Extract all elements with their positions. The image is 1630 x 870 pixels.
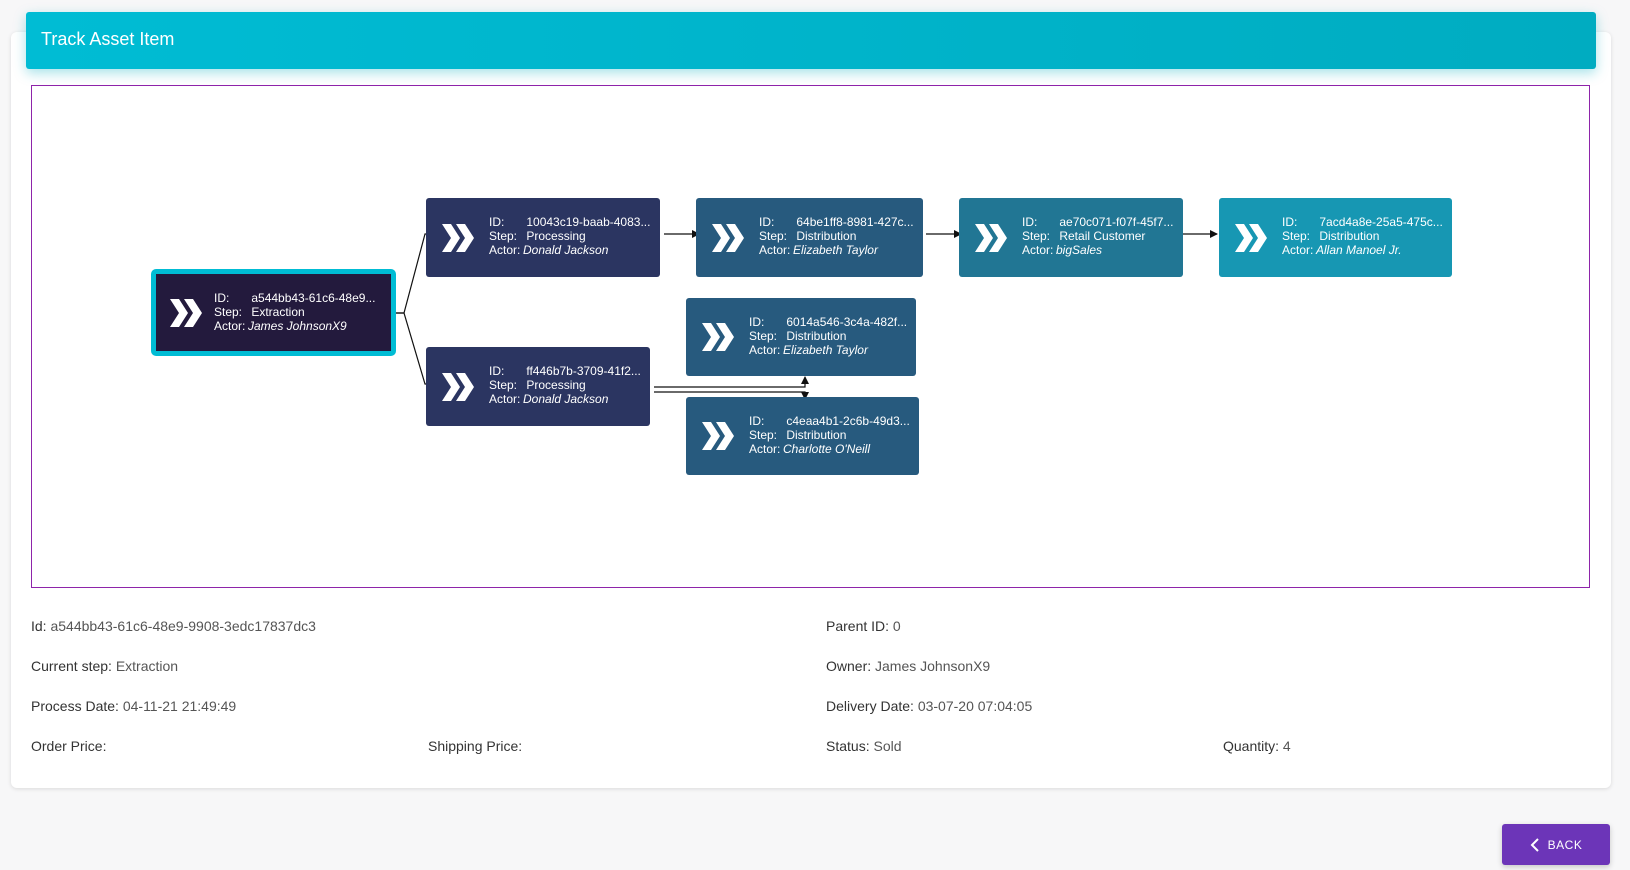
node-actor-label: Actor: [489, 243, 521, 257]
node-step: Extraction [251, 305, 305, 319]
detail-shipping-price-label: Shipping Price: [428, 738, 523, 754]
double-chevron-icon [702, 422, 734, 450]
node-actor: James JohnsonX9 [248, 319, 347, 333]
node-id-label: ID: [1022, 215, 1038, 229]
detail-process-date-label: Process Date: [31, 698, 119, 714]
node-id-label: ID: [489, 215, 505, 229]
node-step-label: Step: [489, 229, 518, 243]
node-id: 10043c19-baab-4083... [526, 215, 651, 229]
detail-id-label: Id: [31, 618, 47, 634]
double-chevron-icon [442, 223, 474, 252]
detail-order-price: Order Price: [31, 738, 106, 754]
back-button-label: BACK [1547, 837, 1583, 852]
detail-process-date: Process Date: 04-11-21 21:49:49 [31, 698, 236, 714]
card-header: Track Asset Item [26, 12, 1596, 69]
node-step: Processing [526, 378, 586, 392]
graph-node-processing-bottom[interactable]: ID: ff446b7b-3709-41f2... Step: Processi… [426, 347, 650, 426]
node-step: Distribution [786, 428, 847, 442]
detail-status-value: Sold [873, 738, 902, 754]
node-id: ff446b7b-3709-41f2... [526, 364, 641, 378]
node-id: c4eaa4b1-2c6b-49d3... [786, 414, 910, 428]
graph-node-distribution-bottom[interactable]: ID: c4eaa4b1-2c6b-49d3... Step: Distribu… [686, 397, 919, 475]
graph-node-distribution-mid[interactable]: ID: 6014a546-3c4a-482f... Step: Distribu… [686, 298, 916, 376]
detail-id-value: a544bb43-61c6-48e9-9908-3edc17837dc3 [50, 618, 316, 634]
node-actor: Elizabeth Taylor [793, 243, 878, 257]
node-actor: Donald Jackson [523, 243, 609, 257]
node-step-label: Step: [749, 428, 778, 442]
detail-owner: Owner: James JohnsonX9 [826, 658, 990, 674]
detail-id: Id: a544bb43-61c6-48e9-9908-3edc17837dc3 [31, 618, 316, 634]
node-actor-label: Actor: [489, 392, 521, 406]
node-actor-label: Actor: [1282, 243, 1314, 257]
detail-current-step-value: Extraction [115, 658, 179, 674]
node-step-label: Step: [1282, 229, 1311, 243]
back-button[interactable]: BACK [1502, 824, 1610, 865]
node-id-label: ID: [214, 291, 230, 305]
detail-current-step: Current step: Extraction [31, 658, 178, 674]
detail-shipping-price: Shipping Price: [428, 738, 522, 754]
graph-node-processing-top[interactable]: ID: 10043c19-baab-4083... Step: Processi… [426, 198, 660, 277]
node-id: 6014a546-3c4a-482f... [786, 315, 908, 329]
detail-owner-label: Owner: [826, 658, 872, 674]
detail-delivery-date-label: Delivery Date: [826, 698, 914, 714]
graph-node-distribution-top[interactable]: ID: 64be1ff8-8981-427c... Step: Distribu… [696, 198, 923, 277]
node-id-label: ID: [749, 414, 765, 428]
node-actor: Donald Jackson [523, 392, 609, 406]
detail-delivery-date: Delivery Date: 03-07-20 07:04:05 [826, 698, 1032, 714]
node-step: Retail Customer [1059, 229, 1146, 243]
node-actor: Elizabeth Taylor [783, 343, 868, 357]
node-actor: Charlotte O'Neill [783, 442, 870, 456]
node-actor: bigSales [1056, 243, 1103, 257]
detail-delivery-date-value: 03-07-20 07:04:05 [917, 698, 1033, 714]
double-chevron-icon [442, 372, 474, 401]
node-step-label: Step: [1022, 229, 1051, 243]
node-actor-label: Actor: [214, 319, 246, 333]
node-id-label: ID: [1282, 215, 1298, 229]
detail-quantity: Quantity: 4 [1223, 738, 1291, 754]
detail-quantity-value: 4 [1282, 738, 1291, 754]
node-step: Processing [526, 229, 586, 243]
detail-status: Status: Sold [826, 738, 902, 754]
node-id-label: ID: [749, 315, 765, 329]
detail-current-step-label: Current step: [31, 658, 112, 674]
detail-process-date-value: 04-11-21 21:49:49 [122, 698, 237, 714]
double-chevron-icon [712, 223, 744, 252]
detail-parent-id-value: 0 [892, 618, 901, 634]
node-actor-label: Actor: [759, 243, 791, 257]
detail-status-label: Status: [826, 738, 870, 754]
node-actor: Allan Manoel Jr. [1316, 243, 1402, 257]
node-step: Distribution [796, 229, 857, 243]
graph-node-root[interactable]: ID: a544bb43-61c6-48e9... Step: Extracti… [151, 269, 396, 356]
node-step-label: Step: [749, 329, 778, 343]
detail-quantity-label: Quantity: [1223, 738, 1280, 754]
chevron-left-icon [1530, 837, 1539, 852]
detail-parent-id: Parent ID: 0 [826, 618, 901, 634]
edge-processing-bottom-to-distribution-a [654, 376, 809, 388]
detail-owner-value: James JohnsonX9 [875, 658, 991, 674]
double-chevron-icon [170, 298, 202, 327]
node-actor-label: Actor: [1022, 243, 1054, 257]
double-chevron-icon [702, 323, 734, 351]
node-id-label: ID: [489, 364, 505, 378]
node-step-label: Step: [214, 305, 243, 319]
node-id-label: ID: [759, 215, 775, 229]
graph-node-distribution-end[interactable]: ID: 7acd4a8e-25a5-475c... Step: Distribu… [1219, 198, 1452, 277]
node-id: a544bb43-61c6-48e9... [251, 291, 376, 305]
node-step-label: Step: [489, 378, 518, 392]
node-id: 64be1ff8-8981-427c... [796, 215, 914, 229]
double-chevron-icon [1235, 223, 1267, 252]
double-chevron-icon [975, 223, 1007, 252]
node-step-label: Step: [759, 229, 788, 243]
node-step: Distribution [1319, 229, 1380, 243]
detail-order-price-label: Order Price: [31, 738, 107, 754]
detail-parent-id-label: Parent ID: [826, 618, 890, 634]
graph-node-retail[interactable]: ID: ae70c071-f07f-45f7... Step: Retail C… [959, 198, 1183, 277]
page-title: Track Asset Item [41, 29, 175, 49]
node-actor-label: Actor: [749, 343, 781, 357]
node-step: Distribution [786, 329, 847, 343]
node-actor-label: Actor: [749, 442, 781, 456]
node-id: ae70c071-f07f-45f7... [1059, 215, 1174, 229]
node-id: 7acd4a8e-25a5-475c... [1319, 215, 1443, 229]
